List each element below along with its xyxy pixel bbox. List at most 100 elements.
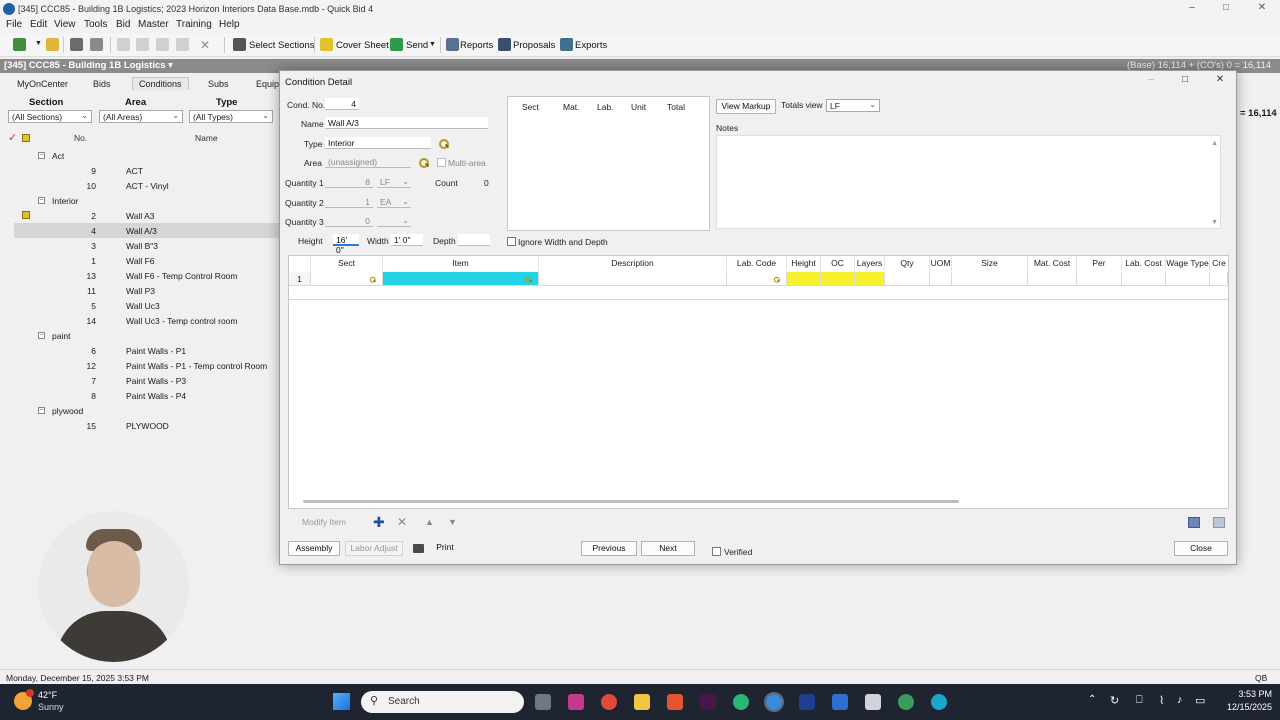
move-up-icon[interactable]: ▲ <box>425 517 434 527</box>
grid-col-item[interactable]: Item <box>383 256 539 271</box>
width-field[interactable]: 1' 0" <box>391 234 423 246</box>
sect-search-icon[interactable] <box>369 276 376 283</box>
item-search-icon[interactable] <box>525 276 532 283</box>
area-field[interactable]: (unassigned) <box>325 156 411 168</box>
collapse-icon[interactable]: − <box>38 152 45 159</box>
height-field[interactable]: 16' 0" <box>333 234 359 255</box>
dialog-close-icon[interactable]: ✕ <box>1211 74 1229 88</box>
file-explorer-icon[interactable] <box>634 694 650 710</box>
close-window-icon[interactable]: ✕ <box>1252 2 1272 16</box>
grid-col-oc[interactable]: OC <box>821 256 855 271</box>
tab-subs[interactable]: Subs <box>208 79 229 89</box>
grid-col-layers[interactable]: Layers <box>855 256 885 271</box>
type-filter-select[interactable]: (All Types) ⌄ <box>189 110 273 123</box>
verified-checkbox[interactable] <box>712 547 721 556</box>
collapse-icon[interactable]: − <box>38 197 45 204</box>
list-item-selected[interactable]: 4 Wall A/3 <box>14 223 280 238</box>
exports-icon[interactable] <box>560 38 573 51</box>
grid-col-crew[interactable]: Cre <box>1210 256 1228 271</box>
list-item[interactable]: 6 Paint Walls - P1 <box>14 343 280 358</box>
quantity2-field[interactable]: 1 <box>325 196 373 208</box>
grid-col-sect[interactable]: Sect <box>311 256 383 271</box>
edge-icon[interactable] <box>931 694 947 710</box>
list-item[interactable]: 9 ACT <box>14 163 280 178</box>
sync-icon[interactable]: ↻ <box>1110 694 1119 707</box>
grid-col-uom[interactable]: UOM <box>930 256 952 271</box>
scroll-down-icon[interactable]: ▼ <box>1211 219 1218 226</box>
quantity1-field[interactable]: 8 <box>325 176 373 188</box>
menu-bid[interactable]: Bid <box>116 19 130 30</box>
scroll-up-icon[interactable]: ▲ <box>1211 140 1218 147</box>
maximize-icon[interactable]: □ <box>1216 2 1236 16</box>
clock-time[interactable]: 3:53 PM <box>1228 689 1272 699</box>
menu-edit[interactable]: Edit <box>30 19 47 30</box>
cell-lab-code[interactable] <box>727 272 787 286</box>
cell-mat-cost[interactable] <box>1028 272 1077 286</box>
quickbid-active-icon[interactable] <box>764 692 784 712</box>
send-icon[interactable] <box>390 38 403 51</box>
dropdown-arrow-icon[interactable]: ▼ <box>35 40 42 47</box>
cover-sheet-button[interactable]: Cover Sheet <box>336 40 389 51</box>
column-header-no[interactable]: No. <box>74 133 87 143</box>
list-item[interactable]: 11 Wall P3 <box>14 283 280 298</box>
reports-icon[interactable] <box>446 38 459 51</box>
wifi-icon[interactable]: ⌇ <box>1159 694 1164 707</box>
print-icon[interactable] <box>413 544 424 553</box>
type-search-icon[interactable] <box>438 138 449 149</box>
tab-equip[interactable]: Equip <box>256 79 279 89</box>
quickbid-green-icon[interactable] <box>733 694 749 710</box>
cell-oc[interactable] <box>821 272 855 286</box>
send-dropdown-icon[interactable]: ▼ <box>429 41 436 48</box>
menu-master[interactable]: Master <box>138 19 169 30</box>
exports-button[interactable]: Exports <box>575 40 607 51</box>
print-icon[interactable] <box>70 38 83 51</box>
cell-wage-type[interactable] <box>1166 272 1210 286</box>
list-item[interactable]: 3 Wall B"3 <box>14 238 280 253</box>
se-app-icon[interactable] <box>799 694 815 710</box>
grid-col-size[interactable]: Size <box>952 256 1028 271</box>
grid-col-qty[interactable]: Qty <box>885 256 930 271</box>
area-search-icon[interactable] <box>418 157 429 168</box>
next-button[interactable]: Next <box>641 541 695 556</box>
tab-myoncenter[interactable]: MyOnCenter <box>17 79 68 89</box>
new-bid-icon[interactable] <box>13 38 26 51</box>
labor-adjust-button[interactable]: Labor Adjust <box>345 541 403 556</box>
checkmark-icon[interactable]: ✓ <box>8 131 17 144</box>
paste-special-icon[interactable] <box>176 38 189 51</box>
list-item[interactable]: 10 ACT - Vinyl <box>14 178 280 193</box>
open-folder-icon[interactable] <box>46 38 59 51</box>
tab-conditions[interactable]: Conditions <box>132 77 189 90</box>
cell-layers[interactable] <box>855 272 885 286</box>
add-item-icon[interactable]: ✚ <box>373 514 385 531</box>
menu-view[interactable]: View <box>54 19 76 30</box>
select-sections-icon[interactable] <box>233 38 246 51</box>
copy-icon[interactable] <box>136 38 149 51</box>
grid-col-wage-type[interactable]: Wage Type <box>1166 256 1210 271</box>
battery-icon[interactable]: ▭ <box>1195 694 1205 707</box>
cell-crew[interactable] <box>1210 272 1228 286</box>
print-preview-icon[interactable] <box>90 38 103 51</box>
print-button[interactable]: Print <box>430 541 460 556</box>
copy-items-icon[interactable] <box>1188 517 1200 528</box>
microphone-icon[interactable]: ⎕ <box>1136 694 1143 707</box>
collapse-icon[interactable]: − <box>38 332 45 339</box>
cond-no-field[interactable]: 4 <box>325 98 359 110</box>
paste-items-icon[interactable] <box>1213 517 1225 528</box>
column-header-name[interactable]: Name <box>195 133 218 143</box>
tray-chevron-up-icon[interactable]: ⌃ <box>1088 694 1096 705</box>
list-item[interactable]: 14 Wall Uc3 - Temp control room <box>14 313 280 328</box>
current-bid-selector[interactable]: [345] CCC85 - Building 1B Logistics ▾ <box>4 60 173 71</box>
list-item[interactable]: 15 PLYWOOD <box>14 418 280 433</box>
proposals-button[interactable]: Proposals <box>513 40 555 51</box>
settings-gear-icon[interactable] <box>832 694 848 710</box>
minimize-icon[interactable]: – <box>1182 2 1202 16</box>
grid-col-per[interactable]: Per <box>1077 256 1122 271</box>
list-item[interactable]: 2 Wall A3 <box>14 208 280 223</box>
modify-item-button[interactable]: Modify Item <box>290 516 358 531</box>
move-down-icon[interactable]: ▼ <box>448 517 457 527</box>
reports-button[interactable]: Reports <box>460 40 493 51</box>
task-view-icon[interactable] <box>535 694 551 710</box>
previous-button[interactable]: Previous <box>581 541 637 556</box>
grid-col-mat-cost[interactable]: Mat. Cost <box>1028 256 1077 271</box>
grid-col-height[interactable]: Height <box>787 256 821 271</box>
